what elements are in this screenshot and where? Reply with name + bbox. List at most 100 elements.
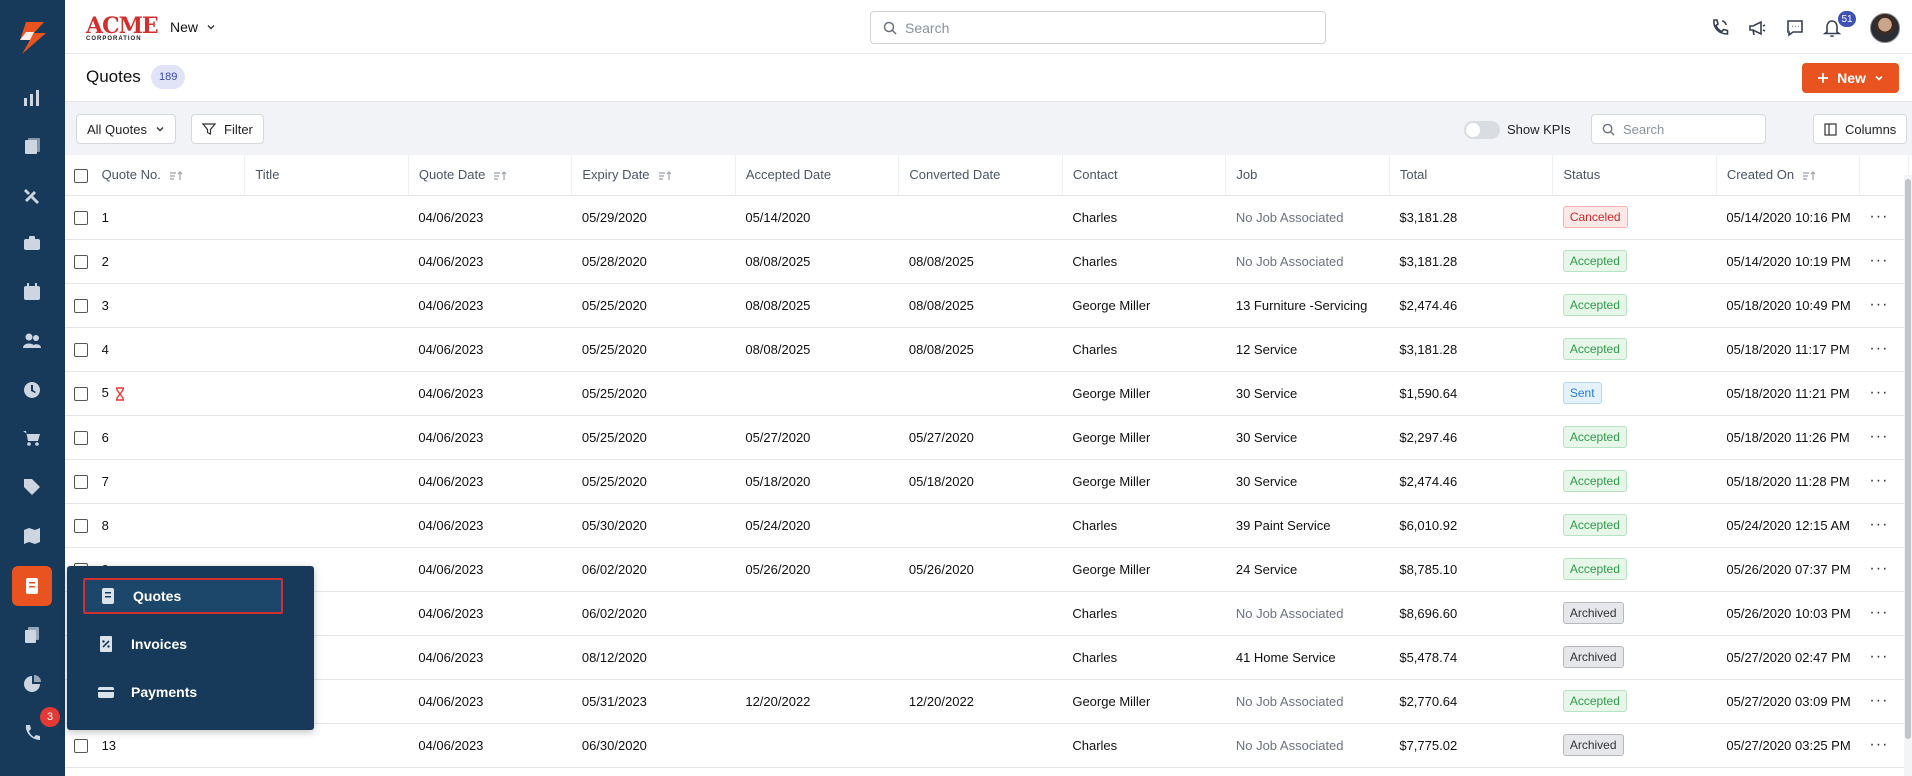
table-row[interactable]: 5 04/06/2023 05/25/2020 George Miller 30 Ser…: [65, 371, 1909, 416]
column-header[interactable]: Contact: [1062, 155, 1227, 196]
quote-number-cell[interactable]: 8: [91, 503, 245, 548]
quote-number-cell[interactable]: 7: [91, 459, 245, 504]
rail-dashboard-icon[interactable]: [12, 78, 52, 118]
table-search[interactable]: [1591, 114, 1766, 144]
more-actions-icon[interactable]: ···: [1869, 252, 1888, 269]
more-actions-icon[interactable]: ···: [1869, 340, 1888, 357]
job-value: No Job Associated: [1235, 693, 1344, 709]
sort-icon[interactable]: [1802, 170, 1816, 181]
table-row[interactable]: 1004/06/202306/02/2020CharlesNo Job Asso…: [65, 591, 1909, 636]
user-avatar[interactable]: [1870, 13, 1900, 43]
column-header[interactable]: Created On: [1716, 155, 1860, 196]
sort-icon[interactable]: [169, 170, 183, 181]
more-actions-icon[interactable]: ···: [1869, 560, 1888, 577]
rail-documents-icon[interactable]: [12, 615, 52, 655]
more-actions-icon[interactable]: ···: [1869, 208, 1888, 225]
table-row[interactable]: 13 04/06/2023 06/30/2020 Charles No Job Asso…: [65, 723, 1909, 768]
status-cell: Archived: [1552, 723, 1717, 768]
row-checkbox[interactable]: [74, 738, 88, 753]
rail-tasks-icon[interactable]: [12, 126, 52, 166]
select-all-checkbox[interactable]: [74, 168, 88, 183]
column-header[interactable]: Quote No.: [91, 155, 246, 196]
quote-number-cell[interactable]: 2: [91, 239, 245, 284]
table-row[interactable]: 7 04/06/2023 05/25/2020 05/18/2020 05/18/202…: [65, 459, 1909, 504]
sort-icon[interactable]: [493, 170, 507, 181]
quote-number-cell[interactable]: 5: [91, 371, 245, 416]
table-row[interactable]: 1 04/06/2023 05/29/2020 05/14/2020 Charles No…: [65, 195, 1909, 240]
chat-icon[interactable]: [1783, 16, 1807, 40]
view-select[interactable]: All Quotes: [76, 114, 176, 144]
more-actions-icon[interactable]: ···: [1869, 648, 1888, 665]
more-actions-icon[interactable]: ···: [1869, 516, 1888, 533]
brand-logo[interactable]: ACME CORPORATION: [86, 13, 159, 42]
columns-button[interactable]: Columns: [1813, 114, 1908, 144]
more-actions-icon[interactable]: ···: [1869, 472, 1888, 489]
rail-tools-icon[interactable]: [12, 175, 52, 215]
row-checkbox[interactable]: [74, 430, 88, 445]
quotes-count-badge: 189: [151, 65, 186, 89]
quote-number-cell[interactable]: 6: [91, 415, 245, 460]
rail-tag-icon[interactable]: [12, 467, 52, 507]
new-quote-button[interactable]: New: [1802, 63, 1899, 93]
rail-map-icon[interactable]: [12, 516, 52, 556]
phone-icon[interactable]: [1708, 16, 1732, 40]
row-checkbox[interactable]: [74, 342, 88, 357]
global-search-input[interactable]: [905, 19, 1305, 36]
column-header[interactable]: Total: [1389, 155, 1554, 196]
quote-number-cell[interactable]: 3: [91, 283, 245, 328]
more-actions-icon[interactable]: ···: [1869, 428, 1888, 445]
row-checkbox[interactable]: [74, 474, 88, 489]
row-checkbox[interactable]: [74, 210, 88, 225]
table-row[interactable]: 1204/06/202305/31/202312/20/202212/20/20…: [65, 679, 1909, 724]
accepted-date-cell: [735, 635, 899, 680]
more-actions-icon[interactable]: ···: [1869, 692, 1888, 709]
more-actions-icon[interactable]: ···: [1869, 296, 1888, 313]
flyout-item-payments[interactable]: Payments: [83, 674, 283, 710]
contact-cell: George Miller: [1062, 679, 1226, 724]
more-actions-icon[interactable]: ···: [1869, 736, 1888, 753]
table-row[interactable]: 1104/06/202308/12/2020Charles41 Home Ser…: [65, 635, 1909, 680]
column-header[interactable]: Accepted Date: [735, 155, 900, 196]
filter-button[interactable]: Filter: [191, 114, 264, 144]
column-header[interactable]: Title: [244, 155, 409, 196]
column-header[interactable]: Expiry Date: [571, 155, 736, 196]
row-checkbox[interactable]: [74, 518, 88, 533]
quote-number-cell[interactable]: 4: [91, 327, 245, 372]
rail-timesheet-icon[interactable]: [12, 370, 52, 410]
top-new-menu[interactable]: New: [170, 19, 216, 35]
sort-icon[interactable]: [658, 170, 672, 181]
column-header[interactable]: Job: [1225, 155, 1390, 196]
app-logo-icon[interactable]: [12, 18, 52, 58]
flyout-item-quotes[interactable]: Quotes: [83, 578, 283, 614]
global-search[interactable]: [870, 11, 1326, 44]
table-row[interactable]: 904/06/202306/02/202005/26/202005/26/202…: [65, 547, 1909, 592]
column-header[interactable]: Status: [1552, 155, 1717, 196]
row-checkbox[interactable]: [74, 254, 88, 269]
filter-label: Filter: [224, 121, 253, 137]
column-header[interactable]: Converted Date: [898, 155, 1063, 196]
row-checkbox[interactable]: [74, 386, 88, 401]
rail-reports-icon[interactable]: [12, 664, 52, 704]
flyout-item-invoices[interactable]: Invoices: [83, 626, 283, 662]
table-row[interactable]: 6 04/06/2023 05/25/2020 05/27/2020 05/27/202…: [65, 415, 1909, 460]
more-actions-icon[interactable]: ···: [1869, 604, 1888, 621]
show-kpis-toggle[interactable]: [1464, 121, 1500, 139]
table-row[interactable]: 2 04/06/2023 05/28/2020 08/08/2025 08/08/202…: [65, 239, 1909, 284]
megaphone-icon[interactable]: [1745, 16, 1769, 40]
quote-number-cell[interactable]: 1: [91, 195, 245, 240]
column-header[interactable]: Quote Date: [408, 155, 573, 196]
table-row[interactable]: 8 04/06/2023 05/30/2020 05/24/2020 Charles 39…: [65, 503, 1909, 548]
row-checkbox[interactable]: [74, 298, 88, 313]
table-search-input[interactable]: [1623, 121, 1763, 137]
total-value: $3,181.28: [1399, 341, 1458, 357]
total-cell: $3,181.28: [1389, 195, 1553, 240]
table-scrollbar[interactable]: [1904, 175, 1912, 776]
rail-jobs-icon[interactable]: [12, 223, 52, 263]
rail-customers-icon[interactable]: [12, 321, 52, 361]
more-actions-icon[interactable]: ···: [1869, 384, 1888, 401]
rail-cart-icon[interactable]: [12, 418, 52, 458]
rail-quotes-icon[interactable]: [12, 566, 52, 606]
table-row[interactable]: 3 04/06/2023 05/25/2020 08/08/2025 08/08/202…: [65, 283, 1909, 328]
table-row[interactable]: 4 04/06/2023 05/25/2020 08/08/2025 08/08/202…: [65, 327, 1909, 372]
rail-calendar-icon[interactable]: [12, 272, 52, 312]
